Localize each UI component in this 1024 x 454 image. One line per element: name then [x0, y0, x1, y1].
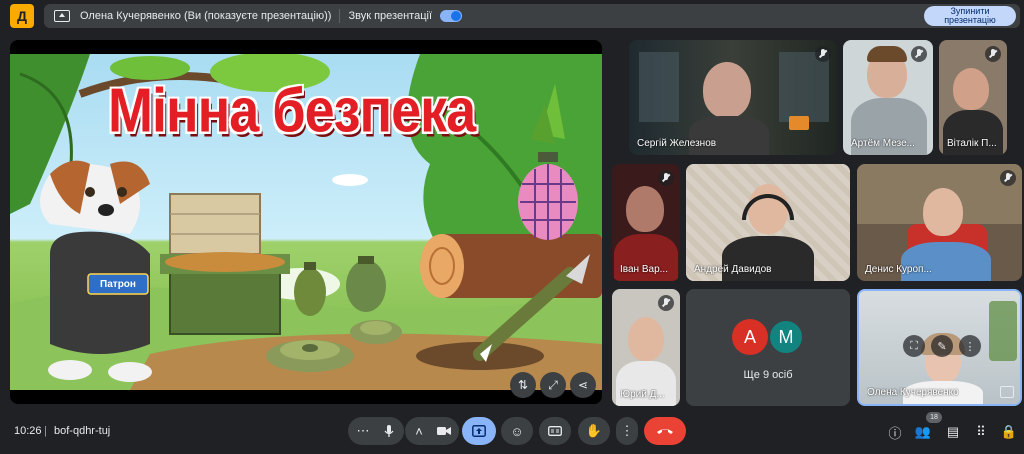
camera-button[interactable]	[429, 417, 459, 445]
others-tile[interactable]: А М Ще 9 осіб	[686, 289, 850, 406]
participant-name: Віталік П...	[947, 138, 997, 149]
top-bar: Д Олена Кучерявенко (Ви (показуєте презе…	[0, 0, 1024, 32]
raise-hand-button[interactable]: ✋	[578, 417, 610, 445]
more-options-button[interactable]: ⋮	[616, 417, 638, 445]
swap-icon[interactable]: ⇅	[510, 372, 536, 398]
participant-tile[interactable]: Артём Мезе...	[843, 40, 933, 155]
presentation-banner: Олена Кучерявенко (Ви (показуєте презент…	[44, 4, 1020, 28]
participant-tile[interactable]: Андрей Давидов	[686, 164, 850, 281]
meeting-code: bof-qdhr-tuj	[54, 425, 111, 437]
vest-label: Патрон	[100, 279, 136, 290]
bottom-bar: 10:26 | bof-qdhr-tuj ⋯ ˄ ☺ ✋ ⋮ ⓘ 👥 18 ▤ …	[0, 410, 1024, 454]
participant-tile[interactable]: Юрий Д...	[612, 289, 680, 406]
participant-tile[interactable]: Іван Вар...	[612, 164, 680, 281]
reframe-icon[interactable]: ⛶	[903, 335, 925, 357]
slide: Мінна безпека Патрон	[10, 54, 602, 390]
captions-button[interactable]	[539, 417, 571, 445]
meeting-clock: 10:26	[14, 425, 42, 437]
participant-name: Олена Кучерявенко	[867, 387, 959, 398]
present-button[interactable]	[462, 417, 496, 445]
mic-off-icon	[658, 295, 674, 311]
mic-off-icon	[815, 46, 831, 62]
hang-up-icon	[657, 429, 673, 434]
stage-controls: ⇅ ⤢ ⋖	[510, 372, 596, 398]
participant-name: Артём Мезе...	[851, 138, 915, 149]
participant-tile[interactable]: Денис Куроп...	[857, 164, 1022, 281]
mic-off-icon	[911, 46, 927, 62]
screen-share-indicator-icon	[1000, 386, 1014, 398]
app-logo: Д	[10, 4, 34, 28]
expand-icon[interactable]: ⤢	[540, 372, 566, 398]
mic-off-icon	[985, 46, 1001, 62]
host-controls-icon[interactable]: 🔒	[1000, 423, 1018, 441]
participant-name: Юрий Д...	[620, 389, 665, 400]
stop-presenting-button[interactable]: Зупинити презентацію	[924, 6, 1016, 26]
more-options-icon[interactable]: ⋮	[959, 335, 981, 357]
mic-off-icon	[658, 170, 674, 186]
presentation-stage: Мінна безпека Патрон ⇅ ⤢ ⋖	[10, 40, 602, 404]
leave-call-button[interactable]	[644, 417, 686, 445]
divider: |	[44, 425, 47, 437]
mic-button[interactable]	[374, 417, 404, 445]
participant-name: Іван Вар...	[620, 264, 668, 275]
avatar: М	[768, 319, 804, 355]
people-icon[interactable]: 👥	[914, 423, 932, 441]
participant-tile[interactable]: Сергій Железнов	[629, 40, 837, 155]
divider	[339, 9, 341, 23]
mic-icon	[384, 425, 394, 437]
present-screen-icon	[472, 425, 486, 437]
camera-icon	[437, 427, 451, 435]
emoji-button[interactable]: ☺	[501, 417, 533, 445]
slide-title: Мінна безпека	[108, 76, 476, 146]
presenter-text: Олена Кучерявенко (Ви (показуєте презент…	[80, 10, 332, 22]
share-icon[interactable]: ⋖	[570, 372, 596, 398]
mic-off-icon	[1000, 170, 1016, 186]
more-participants-label: Ще 9 осіб	[743, 369, 793, 381]
participant-name: Денис Куроп...	[865, 264, 932, 275]
participant-name: Сергій Железнов	[637, 138, 717, 149]
audio-label: Звук презентації	[348, 10, 432, 22]
captions-icon	[548, 426, 562, 436]
participant-tile[interactable]: Віталік П...	[939, 40, 1007, 155]
activities-icon[interactable]: ⠿	[972, 423, 990, 441]
avatar: А	[732, 319, 768, 355]
chat-icon[interactable]: ▤	[944, 423, 962, 441]
participant-name: Андрей Давидов	[694, 264, 772, 275]
present-screen-icon	[54, 10, 70, 22]
presentation-audio-toggle[interactable]	[440, 10, 462, 22]
meeting-info-icon[interactable]: ⓘ	[886, 423, 904, 441]
participant-count-badge: 18	[926, 412, 942, 423]
self-tile[interactable]: ⛶ ✎ ⋮ Олена Кучерявенко	[857, 289, 1022, 406]
edit-background-icon[interactable]: ✎	[931, 335, 953, 357]
